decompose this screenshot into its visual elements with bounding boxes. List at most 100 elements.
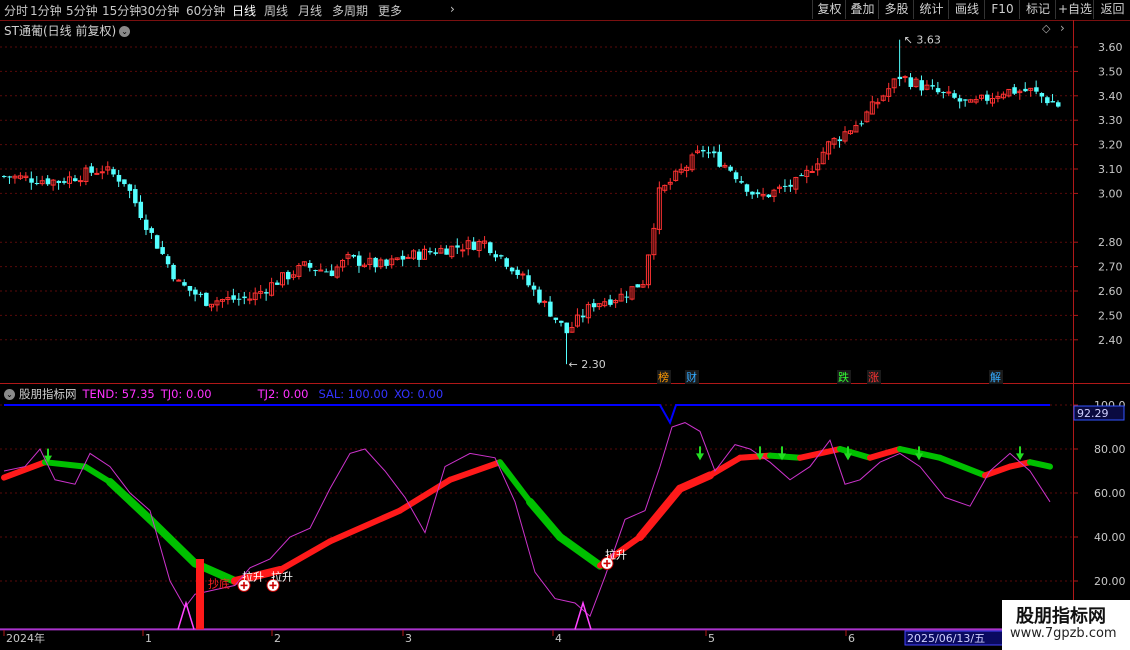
candle-body [285, 271, 291, 280]
candle-body [329, 270, 335, 277]
candle-body [1034, 87, 1039, 92]
candle-body [427, 251, 433, 253]
price-tick-label: 3.50 [1098, 65, 1123, 78]
candle-body [935, 88, 941, 93]
high-price-label: ↖ 3.63 [904, 34, 941, 47]
tend-segment [767, 452, 803, 461]
candle-body [493, 254, 499, 258]
tend-segment [497, 459, 533, 505]
signal-label: 拉升 [242, 569, 264, 583]
candle-body [504, 258, 509, 267]
candle-body [187, 285, 193, 291]
tend-segment [636, 484, 684, 541]
candle-body [127, 184, 133, 191]
candle-body [471, 241, 477, 250]
price-tick-label: 2.70 [1098, 261, 1123, 274]
candle-body [520, 273, 526, 276]
candle-body [488, 242, 493, 254]
time-axis-label: 6 [848, 632, 855, 645]
indicator-tick-label: 60.00 [1094, 487, 1126, 500]
candle-body [460, 249, 466, 252]
candle-body [182, 282, 187, 286]
candle-body [766, 194, 772, 198]
price-tick-label: 2.80 [1098, 236, 1123, 249]
signal-label: 拉升 [271, 569, 293, 583]
candle-body [837, 139, 843, 142]
tend-segment [1027, 459, 1053, 470]
candle-body [160, 247, 165, 254]
indicator-tick-label: 20.00 [1094, 575, 1126, 588]
candle-body [930, 85, 935, 87]
sal-value: SAL: 100.00 [318, 387, 389, 401]
current-value-label: 92.29 [1077, 407, 1109, 420]
candle-body [193, 289, 198, 295]
indicator-tick-label: 80.00 [1094, 443, 1126, 456]
tend-segment [676, 471, 714, 493]
candle-body [1045, 97, 1050, 104]
candle-body [165, 256, 171, 265]
candle-body [204, 292, 209, 306]
candle-body [711, 151, 717, 154]
candle-body [45, 178, 51, 185]
candle-body [531, 285, 537, 290]
kline-chart: 3.60 3.50 3.40 3.30 3.20 3.10 3.00 2.80 2.70 2.60… [0, 20, 1130, 650]
candle-body [433, 252, 438, 254]
event-badge: 榜 [658, 370, 669, 384]
bottom-spike [177, 600, 195, 630]
candle-body [133, 189, 138, 204]
price-tick-label: 3.30 [1098, 114, 1123, 127]
tend-segment [42, 459, 88, 470]
candle-body [498, 255, 504, 257]
signal-label: 拉升 [605, 547, 627, 561]
tend-segment [146, 515, 199, 568]
candle-body [1056, 102, 1061, 107]
candle-body [400, 255, 406, 260]
candle-body [318, 269, 324, 272]
candle-body [111, 169, 116, 175]
candle-body [417, 251, 422, 260]
candle-body [176, 279, 182, 282]
price-tick-label: 2.60 [1098, 285, 1123, 298]
indicator-name: 股朋指标网 [19, 387, 77, 401]
candle-body [455, 245, 460, 248]
tend-segment [526, 497, 564, 541]
tend-value: TEND: 57.35 [82, 387, 155, 401]
chevron-down-icon[interactable]: ⌄ [4, 389, 15, 400]
price-tick-label: 3.10 [1098, 163, 1123, 176]
candle-body [351, 254, 357, 257]
tj2-value: TJ2: 0.00 [257, 387, 309, 401]
candle-body [307, 263, 313, 268]
tend-segment [867, 446, 903, 461]
candle-body [384, 259, 389, 266]
tend-segment [397, 476, 453, 514]
candle-body [356, 255, 362, 266]
candle-body [275, 282, 280, 285]
indicator-tick-label: 40.00 [1094, 531, 1126, 544]
candle-body [537, 289, 542, 303]
candle-body [138, 201, 144, 218]
tend-segment [106, 478, 154, 524]
tend-segment [277, 538, 333, 573]
candle-body [701, 149, 706, 152]
candle-body [553, 317, 559, 320]
candle-body [542, 300, 548, 303]
cursor-date-label: 2025/06/13/五 [907, 632, 985, 645]
candle-body [29, 178, 34, 183]
candle-body [62, 181, 67, 183]
candle-body [902, 76, 908, 79]
candle-body [717, 151, 722, 167]
time-axis-label: 2024年 [6, 631, 45, 645]
candle-body [77, 180, 83, 183]
bottom-spike [574, 600, 592, 630]
candle-body [755, 192, 761, 195]
candle-body [171, 264, 176, 280]
tend-segment [707, 454, 743, 479]
candle-body [908, 77, 914, 87]
candle-body [706, 152, 711, 154]
candle-body [963, 99, 968, 101]
candle-body [72, 178, 78, 182]
candle-body [143, 219, 149, 230]
candle-body [744, 184, 750, 192]
event-badge: 解 [990, 370, 1001, 384]
candle-body [231, 295, 236, 300]
